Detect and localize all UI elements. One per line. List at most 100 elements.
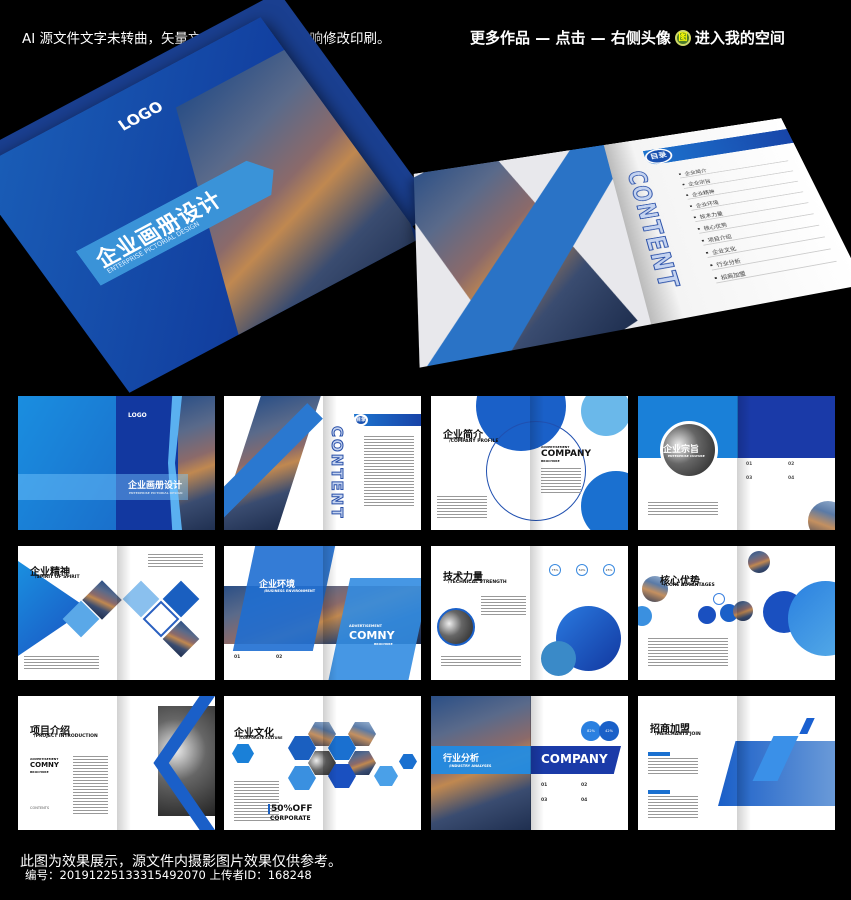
promo-headline: 50%OFF [268,804,313,814]
front-cover: LOGO 企业画册设计 ENTERPRISE PICTORIAL DESIGN [0,17,421,393]
tag: BROCHURE [30,770,49,774]
hexagon [288,766,316,790]
spread-subtitle: /SPIRIT OF SPIRIT [35,575,80,580]
item-number: 02 [581,783,588,788]
file-id: 编号：20191225133315492070 上传者ID：168248 [25,868,312,882]
stat-circle: 42% [599,721,619,741]
spread-industry-analysis: 82% 42% 行业分析 /INDUSTRY ANALYSES COMPANY … [431,696,628,830]
item-number: 04 [581,798,588,803]
spread-enterprise-purpose: 企业宗旨 ENTERPRISE CULTURE 01 02 03 04 [638,396,835,530]
spread-title: 行业分析 [443,754,480,764]
avatar-icon[interactable]: 图 [674,29,691,46]
cover-logo: LOGO [114,97,167,135]
stat-circle: 82% [581,721,601,741]
toc-badge: 目录 [354,414,368,426]
contents-label: CONTENTS [30,806,50,810]
page-fold [116,696,131,830]
blue-slash [799,718,815,734]
circle [788,581,835,656]
spread-subtitle: /INDUSTRY ANALYSES [449,764,492,768]
stat-ring: 25% [603,564,615,576]
body-text [648,796,698,820]
spread-subtitle: ENTERPRISE PICTORIAL DESIGN [129,491,183,495]
item-number: 03 [541,798,548,803]
spread-corporate-culture: 企业文化 /CORPORATE CULTURE 50%OFF CORPORATE [224,696,421,830]
circle-outline [713,593,725,605]
circle-photo [733,601,753,621]
content-vertical-title: CONTENT [328,426,347,521]
spread-technical-strength: 技术力量 /TECHNICAL STRENGTH 75% 50% 25% [431,546,628,680]
hexagon [374,766,398,786]
hexagon [232,744,254,763]
item-number: 03 [746,476,753,481]
body-text [648,758,698,776]
body-text [648,502,718,516]
headline: COMNY [30,761,59,769]
spread-merchants-join: 招商加盟 /MERCHANTS JOIN [638,696,835,830]
promo-text-2: 进入我的空间 [694,29,785,47]
spread-core-advantages: 核心优势 /CORE ADVANTAGES [638,546,835,680]
page-fold [116,546,131,680]
blue-block [738,396,835,458]
spread-company-profile: 企业简介 /COMPANY PROFILE ADVERTISEMENT COMP… [431,396,628,530]
item-number: 01 [746,462,753,467]
toc-list: 企业简介 企业宗旨 企业精神 企业环境 技术力量 核心优势 项目介绍 企业文化 行业分析 招商加盟 [678,154,839,287]
circle [581,396,628,436]
headline: COMPANY [541,449,591,459]
kicker: ADVERTISEMENT [349,624,383,628]
spread-spirit: 企业精神 /SPIRIT OF SPIRIT [18,546,215,680]
promo-text: 更多作品 — 点击 — 右侧头像 [470,29,671,47]
circle [698,606,716,624]
spread-title: 企业画册设计 [128,481,183,491]
body-text [148,554,203,568]
circle-photo [748,551,770,573]
body-text [541,468,581,494]
cover-photo [178,396,215,530]
item-number: 01 [234,655,241,660]
body-text [481,596,526,616]
more-works-link[interactable]: 更多作品 — 点击 — 右侧头像 图 进入我的空间 [470,27,785,48]
toc-badge: 目录 [642,147,675,166]
item-number: 02 [788,462,795,467]
label-bar [648,752,670,756]
spread-subtitle: /COMPANY PROFILE [449,439,499,444]
logo: LOGO [128,412,147,419]
spread-subtitle: /CORE ADVANTAGES [664,583,715,588]
item-number: 04 [788,476,795,481]
body-text [441,656,521,668]
circle [581,471,628,530]
toc-header-bar: 目录 [354,414,421,426]
circle-photo [437,608,475,646]
body-text [648,638,728,668]
spread-subtitle: /CORPORATE CULTURE [239,736,283,740]
item-number: 02 [276,655,283,660]
body-text [73,756,108,816]
tag: BROCHURE [374,642,393,646]
spread-subtitle: /BUSINESS ENVIRONMENT [264,589,316,593]
spread-content: CONTENT 目录 [224,396,421,530]
stat-ring: 50% [576,564,588,576]
stat-ring: 75% [549,564,561,576]
spread-environment: 企业环境 /BUSINESS ENVIRONMENT ADVERTISEMENT… [224,546,421,680]
spread-subtitle: /TECHNICAL STRENGTH [448,580,507,585]
body-text [24,656,99,670]
spread-subtitle: ENTERPRISE CULTURE [668,454,705,458]
brochure-cover-mockup: LOGO 企业画册设计 ENTERPRISE PICTORIAL DESIGN [0,0,439,393]
toc-lines [364,436,414,508]
hexagon [399,754,417,769]
body-text [437,496,487,518]
spread-subtitle: /PROJECT INTRODUCTION [34,734,98,739]
headline: COMNY [349,629,395,642]
promo-sub: CORPORATE [270,815,311,822]
circle [638,606,652,626]
tag: BROCHURE [541,459,560,463]
item-number: 01 [541,783,548,788]
circle-photo [808,501,835,530]
spread-subtitle: /MERCHANTS JOIN [655,732,701,737]
label-bar [648,790,670,794]
circle [541,641,576,676]
spread-project-intro: 项目介绍 /PROJECT INTRODUCTION ADVERTISEMENT… [18,696,215,830]
spread-cover: LOGO 企业画册设计 ENTERPRISE PICTORIAL DESIGN [18,396,215,530]
headline: COMPANY [541,752,608,766]
open-brochure-mockup: 目录 CONTENT 企业简介 企业宗旨 企业精神 企业环境 技术力量 核心优势 项目介绍企… [413,105,851,389]
